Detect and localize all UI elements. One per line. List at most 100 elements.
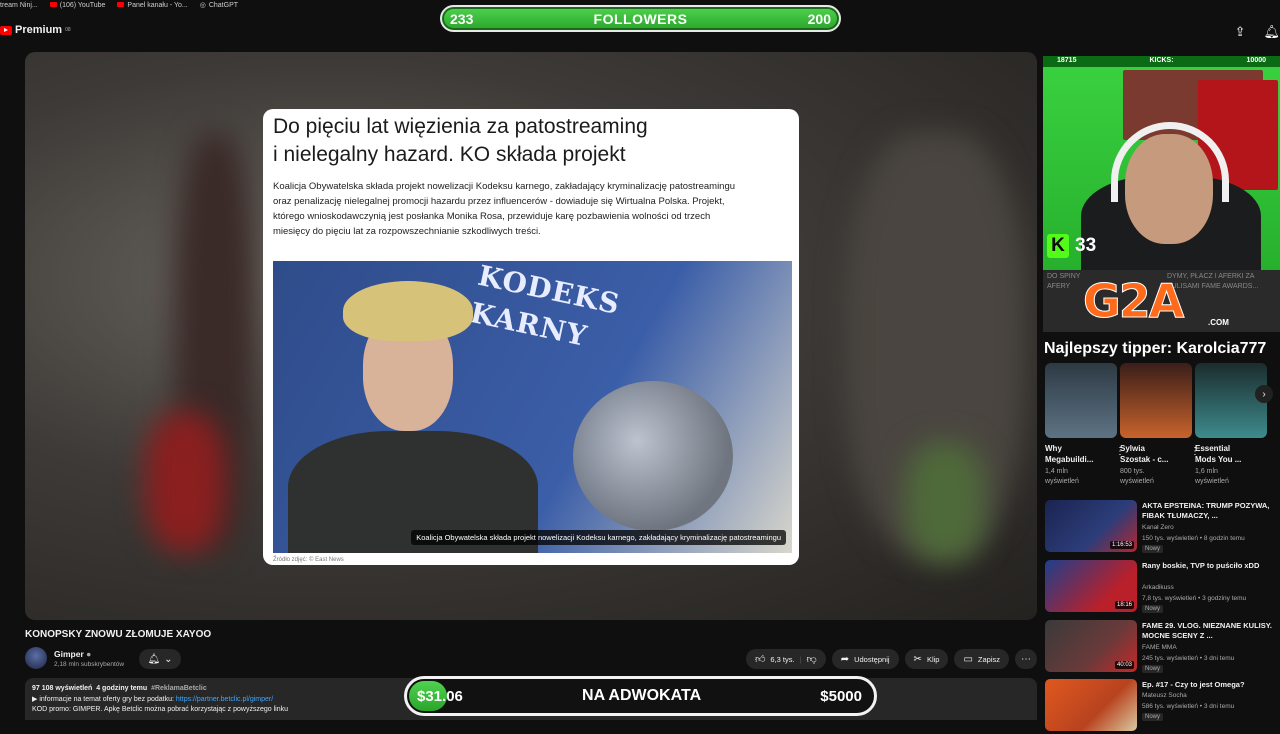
upload-icon[interactable]: ⇪ [1235,24,1246,40]
short-views-line: wyświetleń [1120,478,1154,485]
video-title[interactable]: FAME 29. VLOG. NIEZNANE KULISY. MOCNE SC… [1142,621,1274,641]
share-icon: ➦ [840,653,850,665]
short-views-line: wyświetleń [1195,478,1229,485]
description-link[interactable]: https://partner.betclic.pl/gimper/ [176,696,273,703]
recommended-video[interactable]: 1:16:53 AKTA EPSTEINA: TRUMP POZYWA, FIB… [1045,500,1280,555]
bell-icon: 🔔︎ [147,653,161,665]
kicks-counter-bar: 18715 KICKS: 10000 [1043,56,1280,67]
channel-row: Gimper ● 2,18 mln subskrybentów 🔔︎ ⌄ 👍︎ … [25,647,1037,673]
bookmark-icon: ▭ [963,653,973,665]
subscribed-bell-button[interactable]: 🔔︎ ⌄ [139,649,181,669]
video-channel[interactable]: FAME MMA [1142,644,1177,651]
webcam-overlay: 18715 KICKS: 10000 K 33 [1043,56,1280,270]
video-channel[interactable]: Kanał Zero [1142,524,1174,531]
more-actions-button[interactable]: ⋯ [1015,649,1037,669]
channel-name[interactable]: Gimper ● [54,649,91,659]
donation-goal-bar: $31.06 NA ADWOKATA $5000 [404,676,877,716]
kick-viewer-count: K 33 [1047,234,1096,258]
short-views-line: 800 tys. [1120,468,1145,475]
short-item[interactable]: Essential Mods You ... 1,6 mln wyświetleń [1195,363,1267,487]
followers-title: FOLLOWERS [593,10,688,27]
like-count[interactable]: 6,3 tys. [770,655,794,664]
video-title[interactable]: Rany boskie, TVP to puściło xDD [1142,561,1274,571]
video-duration: 1:16:53 [1109,541,1134,549]
avatar[interactable] [25,647,47,669]
short-title[interactable]: Essential Mods You ... [1195,443,1267,465]
short-title-line: Mods You ... [1195,455,1242,464]
recommended-video[interactable]: 18:16 Rany boskie, TVP to puściło xDD Ar… [1045,560,1280,615]
subscriber-count: 2,18 mln subskrybentów [54,661,125,668]
hashtag-link[interactable]: #ReklamaBetclic [151,685,207,692]
kicks-right: 10000 [1246,57,1266,64]
short-title-line: Megabuildi... [1045,455,1094,464]
video-title[interactable]: Ep. #17 - Czy to jest Omega? [1142,680,1274,690]
share-button[interactable]: ➦ Udostępnij [831,649,899,669]
article-photo: KODEKS KARNY Koalicja Obywatelska składa… [273,261,792,553]
clip-button[interactable]: ✂ Klip [904,649,949,669]
logo-region: 08 [65,27,71,33]
scissors-icon: ✂ [913,653,922,665]
new-badge: Nowy [1142,665,1164,673]
video-meta: 7,8 tys. wyświetleń • 3 godziny temu [1142,595,1247,602]
bookmark-item[interactable]: (106) YouTube [50,2,106,9]
short-item[interactable]: Sylwia Szostak - c... 800 tys. wyświetleń … [1120,363,1200,487]
short-views-line: wyświetleń [1045,478,1079,485]
short-thumbnail[interactable] [1120,363,1192,438]
video-thumbnail[interactable]: 18:16 [1045,560,1137,612]
bookmark-item[interactable]: ChatGPT [200,1,238,9]
video-player[interactable]: Do pięciu lat więzienia za patostreaming… [25,52,1037,620]
news-article-card: Do pięciu lat więzienia za patostreaming… [263,109,799,565]
followers-current: 233 [450,10,474,27]
top-tipper: Najlepszy tipper: Karolcia777 [1044,340,1267,357]
new-badge: Nowy [1142,545,1164,553]
like-icon[interactable]: 👍︎ [755,653,765,665]
recommended-video[interactable]: Ep. #17 - Czy to jest Omega? Mateusz Soc… [1045,679,1280,734]
save-button[interactable]: ▭ Zapisz [954,649,1009,669]
video-channel[interactable]: Mateusz Socha [1142,692,1187,699]
donation-current: $31.06 [417,687,463,705]
kick-viewers: 33 [1075,235,1097,256]
bg-text: DO SPINY [1047,273,1081,280]
video-thumbnail[interactable]: 1:16:53 [1045,500,1137,552]
person-photo [273,281,543,553]
short-title-line: Sylwia [1120,444,1145,453]
bookmark-item[interactable]: Panel kanału - Yo... [117,2,187,9]
short-title-line: Essential [1195,444,1231,453]
share-label: Udostępnij [854,654,890,664]
video-title[interactable]: AKTA EPSTEINA: TRUMP POZYWA, FIBAK TŁUMA… [1142,501,1274,521]
photo-credit: Źródło zdjęć: © East News [273,557,344,563]
article-body: Koalicja Obywatelska składa projekt nowe… [273,181,736,237]
short-views-line: 1,4 mln [1045,468,1068,475]
dislike-icon[interactable]: 👎︎ [807,653,817,665]
video-thumbnail[interactable]: 40:03 [1045,620,1137,672]
upload-time: 4 godziny temu [96,685,148,692]
channel-name-text: Gimper [54,649,84,659]
short-views: 800 tys. wyświetleń [1120,467,1192,487]
bookmark-item[interactable]: tream Ninj... [0,2,38,9]
top-icons: ⇪ 🔔︎ [1235,24,1280,40]
kick-logo-icon: K [1047,234,1069,258]
short-title[interactable]: Why Megabuildi... [1045,443,1117,465]
video-channel[interactable]: Arkadikuss [1142,584,1174,591]
short-title[interactable]: Sylwia Szostak - c... [1120,443,1192,465]
g2a-logo-suffix: .COM [1208,318,1229,327]
handcuffs-graphic [573,381,733,531]
view-count: 97 108 wyświetleń [32,685,93,692]
recommended-video[interactable]: 40:03 FAME 29. VLOG. NIEZNANE KULISY. MO… [1045,620,1280,675]
youtube-logo[interactable]: Premium 08 [0,24,71,36]
new-badge: Nowy [1142,605,1164,613]
video-thumbnail[interactable] [1045,679,1137,731]
bg-text: AFERY [1047,283,1071,290]
short-thumbnail[interactable] [1195,363,1267,438]
video-meta: 245 tys. wyświetleń • 3 dni temu [1142,655,1235,662]
short-thumbnail[interactable] [1045,363,1117,438]
headline-line: Do pięciu lat więzienia za patostreaming [273,115,648,138]
clip-label: Klip [926,654,940,664]
chevron-down-icon: ⌄ [164,653,173,665]
video-duration: 18:16 [1114,601,1134,609]
notifications-icon[interactable]: 🔔︎ [1263,24,1280,40]
video-actions: 👍︎ 6,3 tys. | 👎︎ ➦ Udostępnij ✂ Klip ▭ Z… [745,649,1037,669]
donation-title: NA ADWOKATA [582,687,702,704]
short-item[interactable]: Why Megabuildi... 1,4 mln wyświetleń ⋮ [1045,363,1125,487]
chevron-right-icon[interactable]: › [1255,385,1273,403]
